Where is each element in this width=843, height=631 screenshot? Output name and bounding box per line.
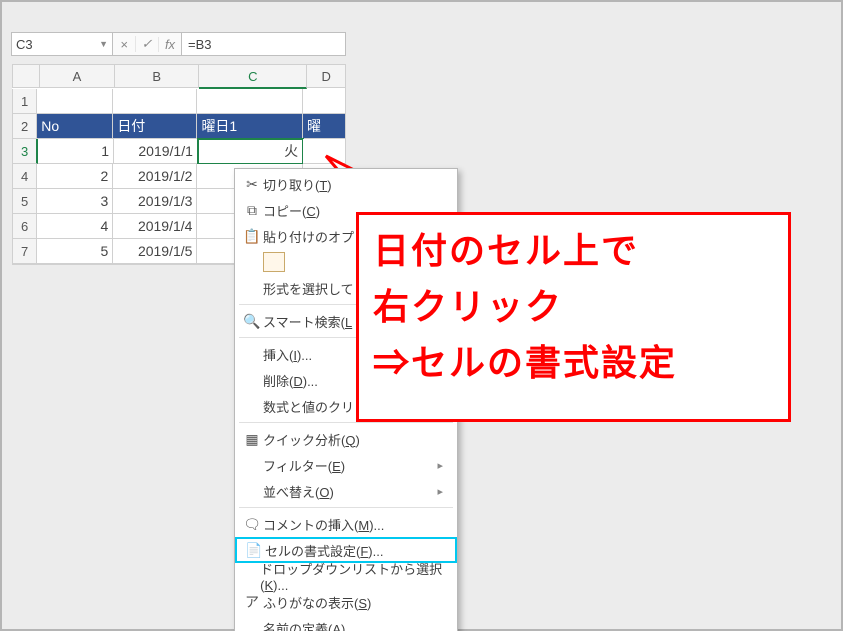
cancel-icon[interactable]: × [113, 37, 135, 52]
menu-insert-comment[interactable]: 🗨 コメントの挿入(M)... [235, 511, 457, 537]
cell-b4[interactable]: 2019/1/2 [113, 164, 197, 189]
cell-a2[interactable]: No [37, 114, 113, 139]
cell-c1[interactable] [197, 89, 303, 114]
cell-d1[interactable] [303, 89, 345, 114]
cell-a3[interactable]: 1 [38, 139, 114, 164]
paste-icon [263, 252, 285, 272]
cell-a1[interactable] [37, 89, 113, 114]
annotation-callout: 日付のセル上で 右クリック ⇒セルの書式設定 [356, 212, 791, 422]
row-header-2[interactable]: 2 [12, 114, 37, 139]
comment-icon: 🗨 [241, 515, 263, 533]
search-icon: 🔍 [241, 312, 263, 330]
cell-c2[interactable]: 曜日1 [197, 114, 303, 139]
row-header-4[interactable]: 4 [12, 164, 37, 189]
callout-line-2: 右クリック [373, 279, 774, 335]
col-header-d[interactable]: D [307, 64, 345, 88]
fx-icon[interactable]: fx [158, 37, 181, 52]
callout-line-1: 日付のセル上で [373, 223, 774, 279]
formula-bar: C3 ▼ × ✓ fx =B3 [11, 32, 346, 56]
cell-b3[interactable]: 2019/1/1 [114, 139, 198, 164]
menu-quick-analysis[interactable]: ▦ クイック分析(Q) [235, 426, 457, 452]
menu-define-name[interactable]: 名前の定義(A)... [235, 615, 457, 631]
copy-icon: ⧉ [241, 201, 263, 219]
menu-separator [239, 422, 453, 423]
menu-sort[interactable]: 並べ替え(O) [235, 478, 457, 504]
cell-a4[interactable]: 2 [37, 164, 113, 189]
col-header-c[interactable]: C [199, 64, 307, 89]
cell-a7[interactable]: 5 [37, 239, 113, 264]
name-box[interactable]: C3 ▼ [11, 32, 113, 56]
quick-analysis-icon: ▦ [241, 430, 263, 448]
row-header-6[interactable]: 6 [12, 214, 37, 239]
cell-b6[interactable]: 2019/1/4 [113, 214, 197, 239]
cell-b5[interactable]: 2019/1/3 [113, 189, 197, 214]
cell-c3[interactable]: 火 [198, 139, 303, 164]
cell-a5[interactable]: 3 [37, 189, 113, 214]
cell-b7[interactable]: 2019/1/5 [113, 239, 197, 264]
cell-d2[interactable]: 曜 [303, 114, 345, 139]
cell-b2[interactable]: 日付 [113, 114, 197, 139]
callout-line-3: ⇒セルの書式設定 [373, 335, 774, 391]
scissors-icon: ✂ [241, 175, 263, 193]
cell-a6[interactable]: 4 [37, 214, 113, 239]
format-icon: 📄 [243, 541, 265, 559]
col-header-a[interactable]: A [40, 64, 115, 88]
col-header-b[interactable]: B [115, 64, 199, 88]
menu-separator [239, 507, 453, 508]
menu-filter[interactable]: フィルター(E) [235, 452, 457, 478]
row-header-5[interactable]: 5 [12, 189, 37, 214]
row-header-3[interactable]: 3 [12, 139, 38, 164]
select-all-corner[interactable] [12, 64, 40, 88]
cell-b1[interactable] [113, 89, 197, 114]
name-box-value: C3 [16, 37, 33, 52]
formula-value: =B3 [188, 37, 212, 52]
formula-bar-buttons: × ✓ fx [113, 32, 182, 56]
confirm-icon[interactable]: ✓ [135, 36, 158, 52]
clipboard-icon: 📋 [241, 227, 263, 245]
menu-pick-from-dropdown[interactable]: ドロップダウンリストから選択(K)... [235, 563, 457, 589]
formula-input[interactable]: =B3 [182, 32, 346, 56]
row-header-1[interactable]: 1 [12, 89, 37, 114]
phonetic-icon: ア [241, 593, 263, 611]
chevron-down-icon[interactable]: ▼ [99, 39, 108, 49]
menu-cut[interactable]: ✂ 切り取り(T) [235, 171, 457, 197]
row-header-7[interactable]: 7 [12, 239, 37, 264]
